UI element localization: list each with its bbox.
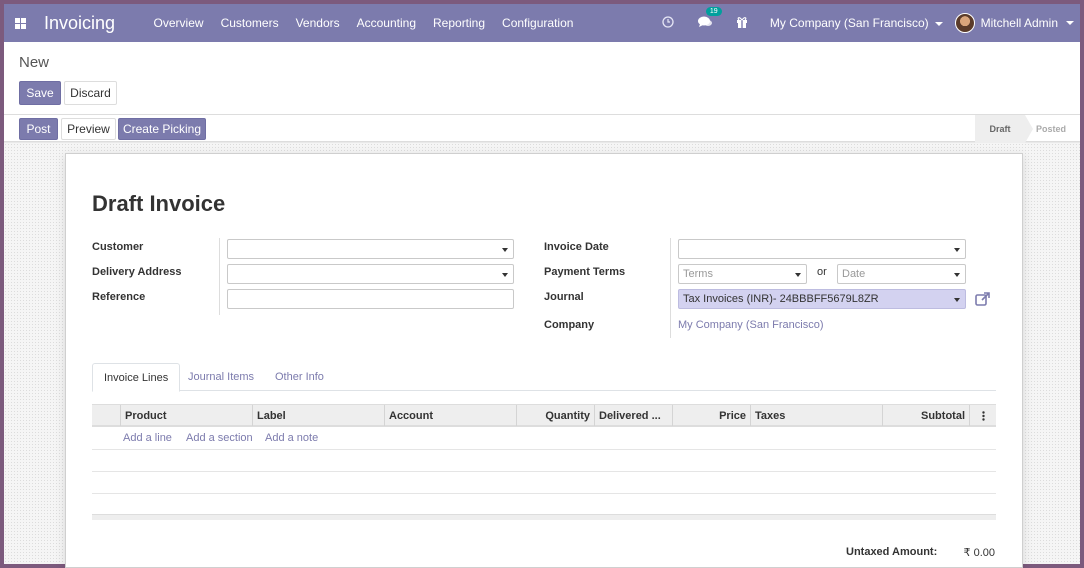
reference-label: Reference xyxy=(92,291,146,303)
chevron-down-icon xyxy=(954,273,960,277)
untaxed-amount-label: Untaxed Amount: xyxy=(846,546,938,558)
create-picking-button[interactable]: Create Picking xyxy=(118,118,206,140)
external-link-icon[interactable] xyxy=(975,292,991,306)
delivery-address-label: Delivery Address xyxy=(92,266,182,278)
handle-column xyxy=(92,405,120,426)
main-menu: Overview Customers Vendors Accounting Re… xyxy=(145,16,582,30)
menu-vendors[interactable]: Vendors xyxy=(287,16,348,30)
field-separator xyxy=(219,238,220,315)
table-row xyxy=(92,450,996,472)
chevron-down-icon xyxy=(502,248,508,252)
date-placeholder: Date xyxy=(842,268,866,280)
company-name: My Company (San Francisco) xyxy=(769,16,929,30)
breadcrumb: New xyxy=(19,54,50,71)
optional-columns-icon[interactable] xyxy=(969,405,996,426)
form-sheet: Draft Invoice Customer Delivery Address … xyxy=(65,153,1023,568)
column-delivered[interactable]: Delivered ... xyxy=(594,405,672,426)
journal-value: Tax Invoices (INR)- 24BBBFF5679L8ZR xyxy=(683,293,879,305)
top-navbar: Invoicing Overview Customers Vendors Acc… xyxy=(4,4,1080,42)
table-row xyxy=(92,494,996,514)
invoice-date-label: Invoice Date xyxy=(544,241,609,253)
menu-overview[interactable]: Overview xyxy=(145,16,212,30)
user-menu[interactable]: Mitchell Admin xyxy=(981,16,1058,30)
untaxed-amount-value: ₹ 0.00 xyxy=(963,547,995,559)
discard-button[interactable]: Discard xyxy=(64,81,117,105)
chevron-down-icon xyxy=(934,21,943,26)
tab-journal-items[interactable]: Journal Items xyxy=(177,363,265,391)
journal-label: Journal xyxy=(544,291,584,303)
reference-field[interactable] xyxy=(227,289,514,309)
apps-menu-icon[interactable] xyxy=(6,4,34,42)
page-title: Draft Invoice xyxy=(92,191,226,216)
payment-terms-select[interactable]: Terms xyxy=(678,264,807,284)
stage-draft[interactable]: Draft xyxy=(975,115,1033,143)
column-price[interactable]: Price xyxy=(672,405,750,426)
table-row xyxy=(92,472,996,494)
column-taxes[interactable]: Taxes xyxy=(750,405,882,426)
journal-select[interactable]: Tax Invoices (INR)- 24BBBFF5679L8ZR xyxy=(678,289,966,309)
tab-invoice-lines[interactable]: Invoice Lines xyxy=(92,363,181,392)
preview-button[interactable]: Preview xyxy=(61,118,116,140)
app-title[interactable]: Invoicing xyxy=(44,13,115,34)
status-bar: Post Preview Create Picking Draft Posted xyxy=(4,114,1080,143)
save-button[interactable]: Save xyxy=(19,81,61,105)
notebook-tabs: Invoice Lines Journal Items Other Info xyxy=(92,363,996,392)
avatar[interactable] xyxy=(954,13,975,33)
activity-clock-icon[interactable] xyxy=(662,15,674,31)
delivery-address-field[interactable] xyxy=(227,264,514,284)
tab-other-info[interactable]: Other Info xyxy=(264,363,335,391)
or-text: or xyxy=(817,266,827,278)
control-panel: New Save Discard Post Preview Create Pic… xyxy=(4,42,1080,143)
column-account[interactable]: Account xyxy=(384,405,516,426)
company-label: Company xyxy=(544,319,595,331)
chevron-down-icon xyxy=(1066,21,1074,25)
company-link[interactable]: My Company (San Francisco) xyxy=(678,319,824,331)
column-label[interactable]: Label xyxy=(252,405,384,426)
menu-configuration[interactable]: Configuration xyxy=(494,16,582,30)
due-date-field[interactable]: Date xyxy=(837,264,966,284)
menu-reporting[interactable]: Reporting xyxy=(425,16,494,30)
stage-posted[interactable]: Posted xyxy=(1036,115,1066,143)
menu-customers[interactable]: Customers xyxy=(212,16,287,30)
gift-icon[interactable] xyxy=(736,16,748,31)
post-button[interactable]: Post xyxy=(19,118,58,140)
table-footer xyxy=(92,514,996,520)
terms-placeholder: Terms xyxy=(683,268,713,280)
payment-terms-label: Payment Terms xyxy=(544,266,626,278)
invoice-date-field[interactable] xyxy=(678,239,966,259)
column-quantity[interactable]: Quantity xyxy=(516,405,594,426)
navbar-systray: 19 My Company (San Francisco) Mitchell A… xyxy=(650,6,1080,33)
chevron-down-icon xyxy=(954,298,960,302)
column-product[interactable]: Product xyxy=(120,405,252,426)
chevron-down-icon xyxy=(954,248,960,252)
customer-field[interactable] xyxy=(227,239,514,259)
invoice-lines-header: Product Label Account Quantity Delivered… xyxy=(92,404,996,427)
table-row xyxy=(92,427,996,450)
customer-label: Customer xyxy=(92,241,144,253)
messages-icon[interactable]: 19 xyxy=(697,6,722,31)
chevron-down-icon xyxy=(502,273,508,277)
messages-count-badge: 19 xyxy=(705,6,722,16)
menu-accounting[interactable]: Accounting xyxy=(348,16,424,30)
column-subtotal[interactable]: Subtotal xyxy=(882,405,969,426)
field-separator xyxy=(670,238,671,338)
company-switcher[interactable]: My Company (San Francisco) xyxy=(770,16,943,30)
chevron-down-icon xyxy=(795,273,801,277)
